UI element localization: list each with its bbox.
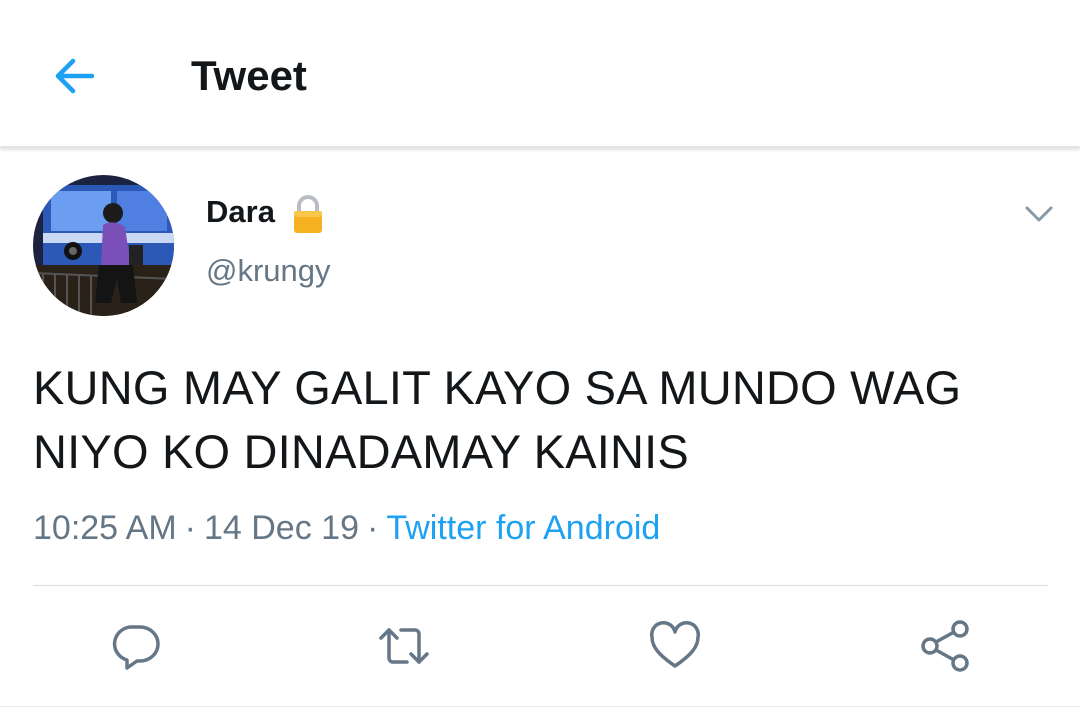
avatar[interactable] xyxy=(33,175,174,316)
author-handle[interactable]: @krungy xyxy=(206,253,331,289)
tweet-date: 14 Dec 19 xyxy=(203,509,359,547)
tweet-options-button[interactable] xyxy=(1016,198,1062,230)
tweet-time: 10:25 AM xyxy=(33,509,177,547)
reply-button[interactable] xyxy=(107,618,163,674)
page-title: Tweet xyxy=(191,52,307,99)
avatar-photo xyxy=(33,175,174,316)
like-button[interactable] xyxy=(647,618,703,674)
tweet-source-link[interactable]: Twitter for Android xyxy=(386,509,660,547)
meta-separator: · xyxy=(184,509,196,547)
top-app-bar: Tweet xyxy=(0,0,1080,148)
back-arrow-icon xyxy=(55,58,95,94)
tweet-text-line: KUNG MAY GALIT KAYO SA MUNDO WAG xyxy=(33,361,962,414)
lock-icon xyxy=(294,195,322,233)
retweet-button[interactable] xyxy=(376,618,432,674)
tweet-text-line: NIYO KO DINADAMAY KAINIS xyxy=(33,425,689,478)
like-icon xyxy=(649,621,701,668)
chevron-down-icon xyxy=(1025,206,1053,222)
share-button[interactable] xyxy=(917,618,973,674)
share-icon xyxy=(921,620,969,672)
reply-icon xyxy=(112,625,160,670)
tweet-detail-screen: Tweet Dara @krungy KUNG MAY GALIT KAYO S… xyxy=(0,0,1080,714)
meta-separator: · xyxy=(366,509,379,547)
tweet-metadata: 10:25 AM · 14 Dec 19 · Twitter for Android xyxy=(33,508,660,548)
retweet-icon xyxy=(379,628,429,664)
tweet-text: KUNG MAY GALIT KAYO SA MUNDO WAG NIYO KO… xyxy=(33,356,1043,484)
author-display-name[interactable]: Dara xyxy=(206,194,275,230)
divider xyxy=(33,585,1048,586)
divider xyxy=(0,706,1080,707)
back-button[interactable] xyxy=(46,48,102,104)
